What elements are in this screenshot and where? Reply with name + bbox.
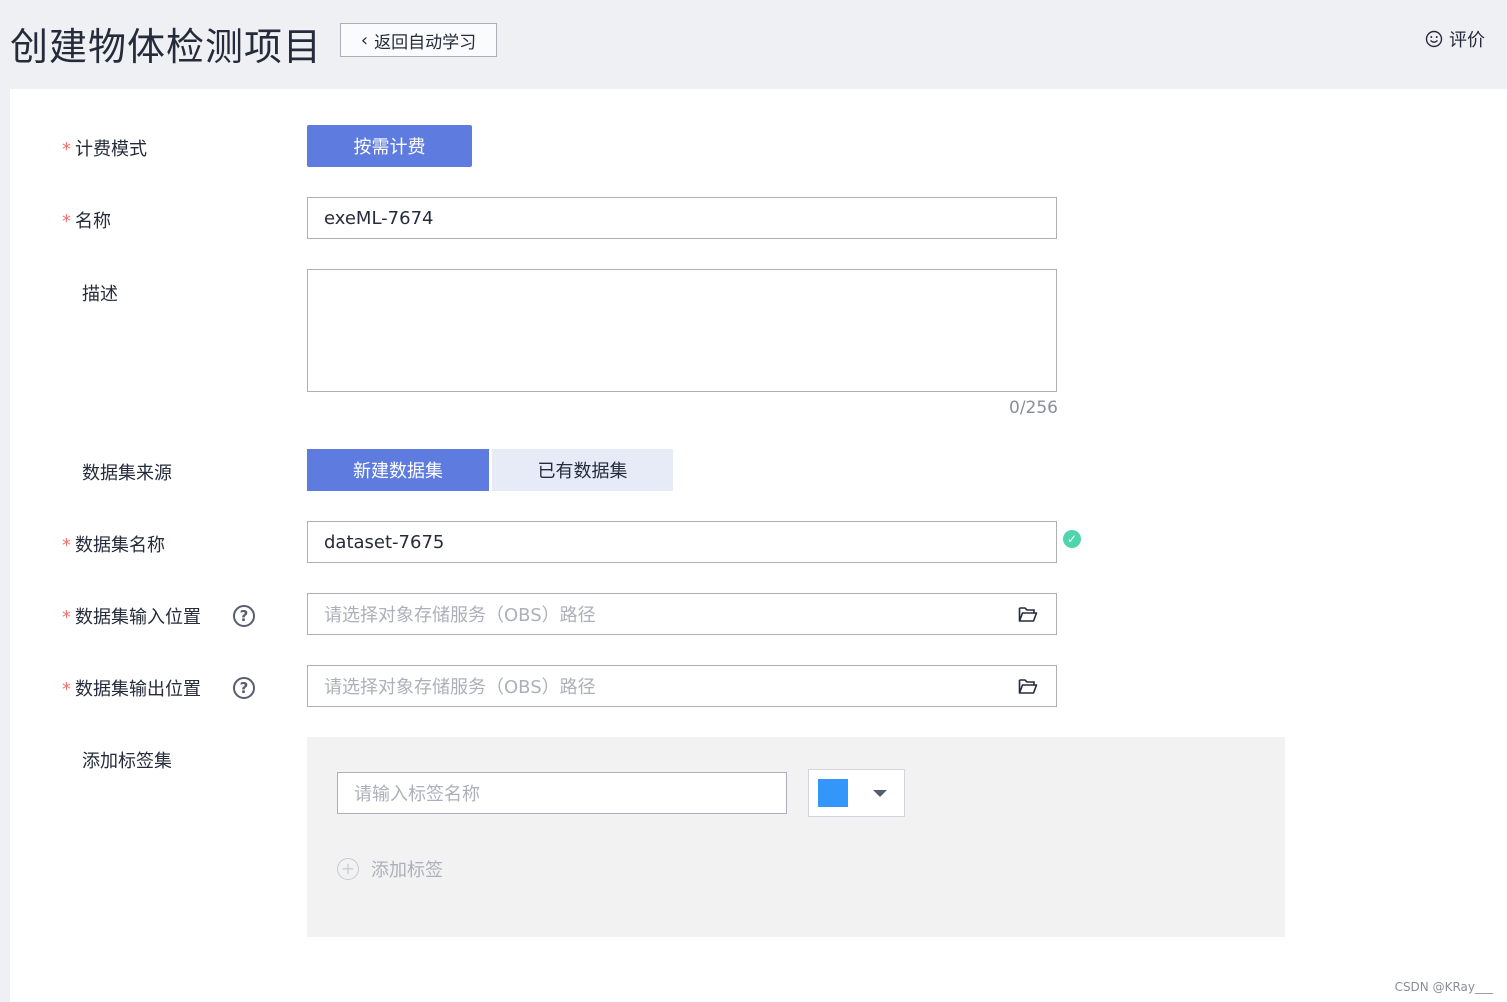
- tag-name-input[interactable]: 请输入标签名称: [337, 772, 787, 814]
- input-location-label: * 数据集输入位置: [62, 607, 201, 628]
- tab-new-dataset[interactable]: 新建数据集: [307, 449, 489, 491]
- description-label: 描述: [82, 284, 118, 305]
- required-mark: *: [62, 607, 71, 628]
- add-tag-label: 添加标签: [371, 860, 443, 881]
- output-location-label: * 数据集输出位置: [62, 679, 201, 700]
- name-input[interactable]: exeML-7674: [307, 197, 1057, 239]
- required-mark: *: [62, 535, 71, 556]
- folder-open-icon[interactable]: [1018, 677, 1038, 695]
- dataset-name-input[interactable]: dataset-7675: [307, 521, 1057, 563]
- tab-existing-dataset[interactable]: 已有数据集: [492, 449, 673, 491]
- tag-color-select[interactable]: [808, 769, 905, 817]
- help-circle-icon[interactable]: ?: [233, 605, 255, 627]
- folder-open-icon[interactable]: [1018, 605, 1038, 623]
- tag-set-area: [307, 737, 1285, 937]
- input-location-placeholder: 请选择对象存储服务（OBS）路径: [324, 605, 596, 626]
- smiley-icon: [1425, 30, 1443, 48]
- output-location-field[interactable]: 请选择对象存储服务（OBS）路径: [307, 665, 1057, 707]
- dataset-name-label: * 数据集名称: [62, 535, 165, 556]
- dataset-source-label: 数据集来源: [82, 463, 172, 484]
- description-textarea[interactable]: [307, 269, 1057, 392]
- output-location-placeholder: 请选择对象存储服务（OBS）路径: [324, 677, 596, 698]
- help-circle-icon[interactable]: ?: [233, 677, 255, 699]
- caret-down-icon: [873, 790, 887, 797]
- input-location-field[interactable]: 请选择对象存储服务（OBS）路径: [307, 593, 1057, 635]
- chevron-left-icon: ‹: [360, 29, 369, 51]
- billing-mode-label: * 计费模式: [62, 139, 147, 160]
- tag-set-label: 添加标签集: [82, 751, 172, 772]
- required-mark: *: [62, 211, 71, 232]
- back-to-automl-button[interactable]: ‹ 返回自动学习: [340, 23, 497, 57]
- page-title: 创建物体检测项目: [10, 25, 323, 69]
- name-label: * 名称: [62, 211, 111, 232]
- required-mark: *: [62, 679, 71, 700]
- pay-per-use-button[interactable]: 按需计费: [307, 125, 472, 167]
- required-mark: *: [62, 139, 71, 160]
- color-swatch: [818, 779, 848, 807]
- description-char-counter: 0/256: [1009, 398, 1058, 418]
- check-circle-icon: ✓: [1063, 530, 1081, 548]
- back-button-label: 返回自动学习: [374, 32, 477, 53]
- watermark: CSDN @KRay___: [1394, 980, 1493, 994]
- feedback-label: 评价: [1449, 30, 1485, 51]
- tag-name-placeholder: 请输入标签名称: [354, 784, 480, 805]
- plus-circle-icon: +: [337, 858, 359, 880]
- add-tag-button[interactable]: + 添加标签: [337, 856, 443, 882]
- feedback-link[interactable]: 评价: [1425, 26, 1485, 52]
